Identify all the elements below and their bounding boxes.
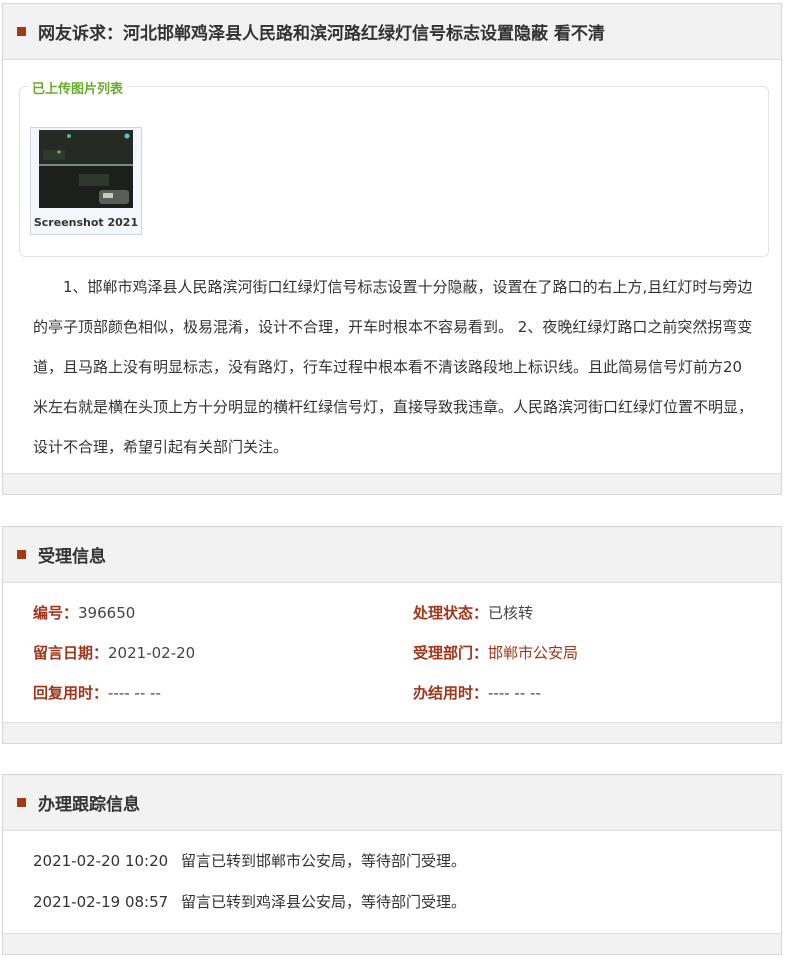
date-value: 2021-02-20 [108,644,196,662]
finish-row: 办结用时：---- -- -- [413,682,541,703]
reply-row: 回复用时：---- -- -- [33,682,161,703]
complaint-header: 网友诉求：河北邯郸鸡泽县人民路和滨河路红绿灯信号标志设置隐蔽 看不清 [3,4,781,60]
uploaded-images-box: 已上传图片列表 Screenshot 2021 [19,78,769,257]
id-value: 396650 [78,604,136,622]
dept-link[interactable]: 邯郸市公安局 [488,644,578,662]
complaint-panel: 网友诉求：河北邯郸鸡泽县人民路和滨河路红绿灯信号标志设置隐蔽 看不清 已上传图片… [2,3,782,495]
title-marker-icon [17,798,26,807]
finish-value: ---- -- -- [488,684,541,702]
title-marker-icon [17,27,26,36]
tracking-text: 留言已转到鸡泽县公安局，等待部门受理。 [181,893,467,911]
panel-footer [3,933,781,954]
status-label: 处理状态： [413,604,489,622]
id-row: 编号：396650 [33,602,135,623]
uploaded-images-legend: 已上传图片列表 [28,78,128,97]
reply-value: ---- -- -- [108,684,161,702]
acceptance-title: 受理信息 [38,547,106,567]
panel-footer [3,473,781,494]
id-label: 编号： [33,604,79,622]
tracking-header: 办理跟踪信息 [3,775,781,831]
tracking-item: 2021-02-19 08:57 留言已转到鸡泽县公安局，等待部门受理。 [33,891,466,912]
tracking-panel: 办理跟踪信息 2021-02-20 10:20 留言已转到邯郸市公安局，等待部门受… [2,774,782,955]
finish-label: 办结用时： [413,684,489,702]
tracking-title: 办理跟踪信息 [38,795,140,815]
status-value: 已核转 [488,604,534,622]
acceptance-panel: 受理信息 编号：396650 处理状态：已核转 留言日期：2021-02-20 … [2,526,782,744]
image-thumbnail[interactable]: Screenshot 2021 [30,127,142,235]
acceptance-header: 受理信息 [3,527,781,583]
thumbnail-caption: Screenshot 2021 [33,216,139,229]
tracking-time: 2021-02-19 08:57 [33,893,169,911]
tracking-item: 2021-02-20 10:20 留言已转到邯郸市公安局，等待部门受理。 [33,850,466,871]
complaint-title: 网友诉求：河北邯郸鸡泽县人民路和滨河路红绿灯信号标志设置隐蔽 看不清 [38,24,605,44]
dept-row: 受理部门：邯郸市公安局 [413,642,578,663]
complaint-content: 1、邯郸市鸡泽县人民路滨河街口红绿灯信号标志设置十分隐蔽，设置在了路口的右上方,… [33,278,754,456]
tracking-text: 留言已转到邯郸市公安局，等待部门受理。 [181,852,467,870]
panel-footer [3,722,781,743]
date-row: 留言日期：2021-02-20 [33,642,195,663]
reply-label: 回复用时： [33,684,109,702]
dept-label: 受理部门： [413,644,489,662]
date-label: 留言日期： [33,644,109,662]
tracking-time: 2021-02-20 10:20 [33,852,169,870]
status-row: 处理状态：已核转 [413,602,533,623]
night-street-photo-icon [39,130,133,208]
title-marker-icon [17,550,26,559]
